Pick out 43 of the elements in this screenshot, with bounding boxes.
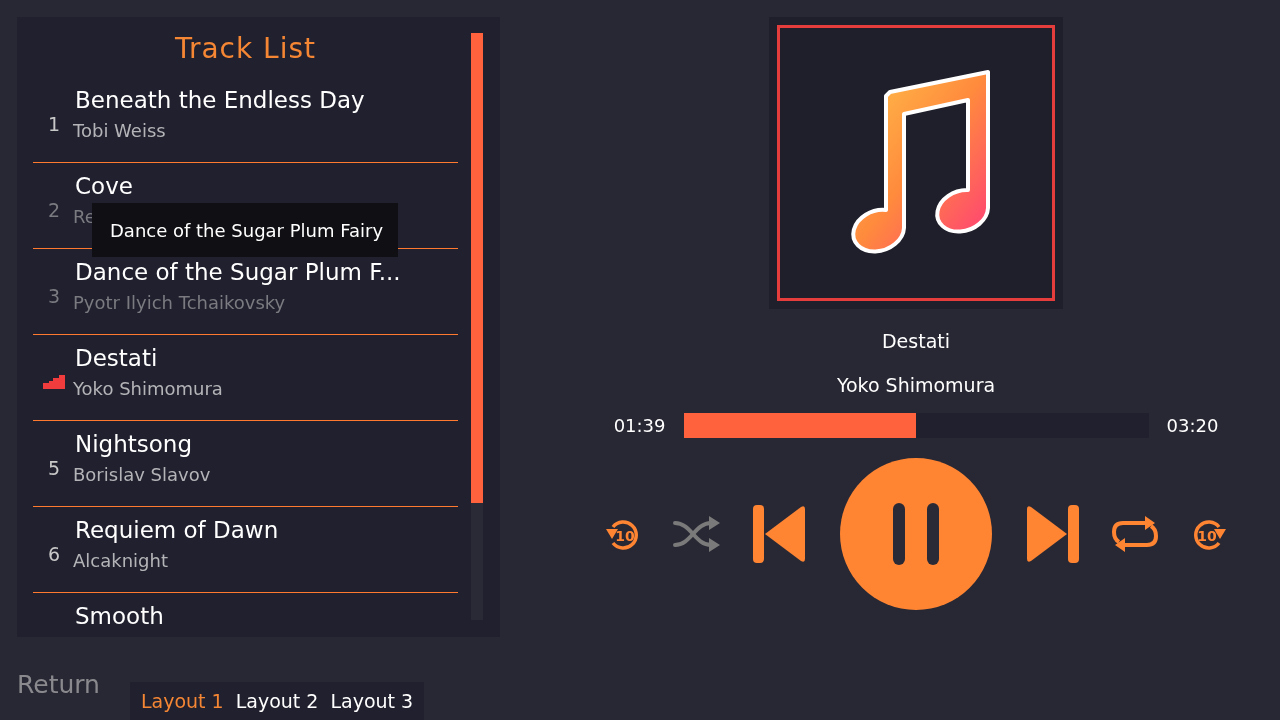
track-number: 5 <box>47 456 61 479</box>
elapsed-time: 01:39 <box>613 415 666 436</box>
track-row[interactable]: 5 Nightsong Borislav Slavov <box>33 420 458 506</box>
song-title: Destati <box>881 330 950 352</box>
track-row[interactable]: 1 Beneath the Endless Day Tobi Weiss <box>33 77 458 162</box>
track-title: Cove <box>75 173 133 199</box>
track-number: 6 <box>47 542 61 565</box>
track-title: Destati <box>75 345 159 371</box>
pause-icon <box>893 503 939 565</box>
track-title: Beneath the Endless Day <box>75 87 365 113</box>
track-artist: Borislav Slavov <box>73 464 211 485</box>
equalizer-icon <box>43 374 65 389</box>
scrollbar-thumb[interactable] <box>471 33 483 503</box>
tooltip: Dance of the Sugar Plum Fairy <box>92 203 399 257</box>
rewind-10-button[interactable]: 10 <box>605 517 641 551</box>
next-track-icon[interactable] <box>1025 505 1079 563</box>
track-row[interactable]: 6 Requiem of Dawn Alcaknight <box>33 506 458 592</box>
layout-tab[interactable]: Layout 3 <box>330 690 414 712</box>
layout-tab[interactable]: Layout 1 <box>140 690 224 712</box>
scrollbar[interactable] <box>471 33 483 620</box>
track-row[interactable]: Destati Yoko Shimomura <box>33 334 458 420</box>
track-list-title: Track List <box>173 33 318 67</box>
track-row[interactable]: Smooth <box>33 592 458 631</box>
song-artist: Yoko Shimomura <box>836 374 996 396</box>
repeat-icon[interactable] <box>1111 515 1159 553</box>
track-title: Smooth <box>75 603 164 629</box>
track-artist: Alcaknight <box>73 550 169 571</box>
total-time: 03:20 <box>1166 415 1219 436</box>
track-number: 2 <box>47 198 61 221</box>
track-title: Nightsong <box>75 431 194 457</box>
track-artist: Pyotr Ilyich Tchaikovsky <box>73 292 287 313</box>
forward-10-button[interactable]: 10 <box>1191 517 1227 551</box>
progress-bar[interactable] <box>683 413 1149 438</box>
previous-track-icon[interactable] <box>753 505 807 563</box>
track-title: Dance of the Sugar Plum F... <box>75 259 401 285</box>
shuffle-icon[interactable] <box>673 515 721 553</box>
track-number: 1 <box>47 112 61 135</box>
track-number: 3 <box>47 284 61 307</box>
return-button[interactable]: Return <box>17 670 100 699</box>
layout-tab[interactable]: Layout 2 <box>235 690 319 712</box>
track-artist: Yoko Shimomura <box>73 378 223 399</box>
track-title: Requiem of Dawn <box>75 517 279 543</box>
track-artist: Tobi Weiss <box>73 120 167 141</box>
